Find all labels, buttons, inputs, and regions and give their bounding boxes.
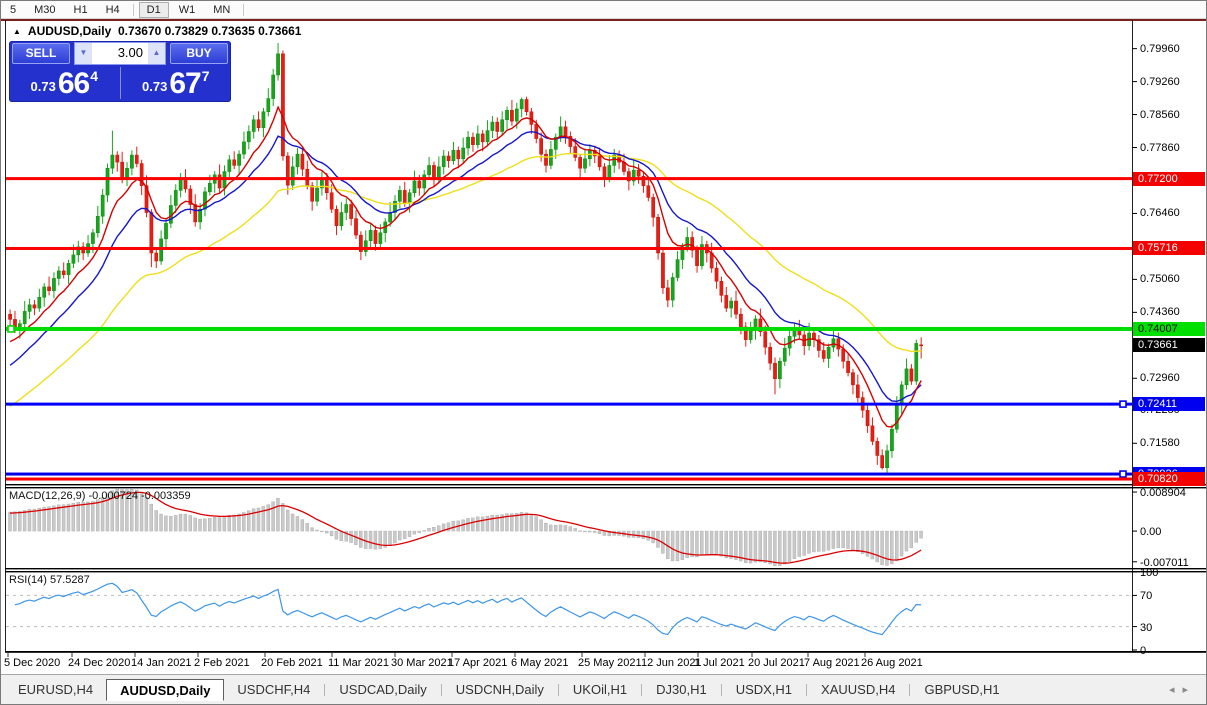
price-tick-label: 0.75060	[1140, 273, 1180, 285]
hline-0.74007[interactable]	[6, 326, 1132, 331]
volume-up-icon[interactable]: ▲	[148, 42, 165, 64]
date-tick-label: 12 Jun 2021	[641, 657, 702, 669]
tab-dj30-h1[interactable]: DJ30,H1	[643, 679, 720, 701]
price-tick-label: 0.78560	[1140, 109, 1180, 121]
date-tick-label: 20 Jul 2021	[748, 657, 805, 669]
rsi-tick-label: 0	[1140, 645, 1147, 657]
date-tick-label: 14 Jan 2021	[131, 657, 192, 669]
rsi-tick-label: 100	[1140, 567, 1159, 579]
rsi-tick-label: 30	[1140, 622, 1153, 634]
chart-canvas[interactable]	[1, 1, 1207, 705]
tab-separator	[720, 684, 722, 696]
macd-values: -0.000724 -0.003359	[88, 490, 191, 502]
chart-title: ▲ AUDUSD,Daily 0.73670 0.73829 0.73635 0.…	[13, 24, 301, 38]
bid-price[interactable]: 0.73 66 4	[9, 65, 120, 101]
chart-ohlc-values: 0.73670 0.73829 0.73635 0.73661	[117, 24, 302, 38]
sell-button[interactable]: SELL	[12, 42, 70, 64]
bid-price-prefix: 0.73	[30, 79, 56, 94]
hline-0.72411[interactable]	[6, 402, 1132, 406]
bid-ask-display: 0.73 66 4 0.73 67 7	[9, 65, 231, 101]
tab-usdcad-daily[interactable]: USDCAD,Daily	[326, 679, 439, 701]
terminal-window: 5 M30 H1 H4 D1 W1 MN ▲ AUDUSD,Daily 0.73670 0.7…	[0, 0, 1207, 705]
rsi-indicator-label: RSI(14) 57.5287	[9, 574, 90, 586]
hline-0.70926[interactable]	[6, 472, 1132, 476]
trade-controls-row: SELL ▼ 3.00 ▲ BUY	[9, 41, 231, 65]
tab-separator	[440, 684, 442, 696]
panel-frames	[5, 20, 1206, 653]
tab-scroll-arrows: ◂▸	[1169, 683, 1196, 696]
hline-handle-0.72411[interactable]	[1119, 400, 1127, 408]
volume-input[interactable]: 3.00	[92, 43, 148, 64]
buy-button[interactable]: BUY	[170, 42, 228, 64]
macd-tick-label: 0.00	[1140, 526, 1162, 538]
hline-0.75716[interactable]	[6, 246, 1132, 250]
tab-usdx-h1[interactable]: USDX,H1	[723, 679, 805, 701]
bid-price-pip: 4	[90, 68, 98, 84]
line-price-label: 0.72411	[1133, 397, 1205, 411]
date-tick-label: 11 Mar 2021	[328, 657, 389, 669]
chart-symbol-label: AUDUSD,Daily	[27, 24, 112, 38]
ask-price-pip: 7	[201, 68, 210, 84]
date-tick-label: 20 Feb 2021	[261, 657, 323, 669]
tab-separator	[641, 684, 643, 696]
collapse-panel-icon[interactable]: ▲	[13, 27, 21, 36]
tab-usdcnh-daily[interactable]: USDCNH,Daily	[443, 679, 557, 701]
tab-usdchf-h4[interactable]: USDCHF,H4	[224, 679, 323, 701]
volume-control: ▼ 3.00 ▲	[74, 41, 166, 65]
price-tick-label: 0.76460	[1140, 207, 1180, 219]
chart-tabs: EURUSD,H4 AUDUSD,Daily USDCHF,H4 USDCAD,Dai…	[5, 679, 1146, 701]
hline-0.772[interactable]	[6, 177, 1132, 181]
rsi-tick-label: 70	[1140, 590, 1153, 602]
bid-price-main: 66	[57, 67, 90, 100]
tab-ukoil-h1[interactable]: UKOil,H1	[560, 679, 640, 701]
scroll-right-icon[interactable]: ▸	[1182, 684, 1196, 696]
hline-handle-0.74007[interactable]	[7, 325, 15, 333]
price-tick-label: 0.79260	[1140, 76, 1180, 88]
hline-0.7082[interactable]	[6, 477, 1132, 481]
rsi-value: 57.5287	[49, 574, 90, 586]
ask-price-main: 67	[169, 67, 201, 100]
line-price-label: 0.75716	[1133, 241, 1205, 255]
tab-eurusd-h4[interactable]: EURUSD,H4	[5, 679, 106, 701]
tab-audusd-daily[interactable]: AUDUSD,Daily	[106, 679, 225, 701]
date-tick-label: 2 Feb 2021	[194, 657, 250, 669]
price-tick-label: 0.77860	[1140, 142, 1180, 154]
current-price-label: 0.73661	[1133, 338, 1205, 352]
tab-separator	[806, 684, 808, 696]
hline-handle-0.70926[interactable]	[1119, 470, 1127, 478]
tab-xauusd-h4[interactable]: XAUUSD,H4	[808, 679, 908, 701]
tab-separator	[324, 684, 326, 696]
line-price-label: 0.77200	[1133, 172, 1205, 186]
volume-down-icon[interactable]: ▼	[75, 42, 92, 64]
date-tick-label: 1 Jul 2021	[694, 657, 745, 669]
macd-tick-label: 0.008904	[1140, 487, 1186, 499]
price-tick-label: 0.72960	[1140, 372, 1180, 384]
date-tick-label: 7 Aug 2021	[804, 657, 860, 669]
ask-price-prefix: 0.73	[142, 79, 168, 94]
date-tick-label: 6 May 2021	[511, 657, 569, 669]
price-tick-label: 0.74360	[1140, 306, 1180, 318]
date-tick-label: 5 Dec 2020	[4, 657, 61, 669]
date-tick-label: 26 Aug 2021	[861, 657, 923, 669]
macd-indicator-label: MACD(12,26,9) -0.000724 -0.003359	[9, 490, 191, 502]
tab-gbpusd-h1[interactable]: GBPUSD,H1	[911, 679, 1012, 701]
price-tick-label: 0.71580	[1140, 437, 1180, 449]
candles-group	[8, 42, 924, 476]
tab-separator	[557, 684, 559, 696]
date-tick-label: 25 May 2021	[578, 657, 642, 669]
line-price-label: 0.70820	[1133, 472, 1205, 486]
chart-tab-strip: EURUSD,H4 AUDUSD,Daily USDCHF,H4 USDCAD,Dai…	[1, 674, 1206, 704]
date-tick-label: 17 Apr 2021	[448, 657, 508, 669]
tab-separator	[909, 684, 911, 696]
date-tick-label: 24 Dec 2020	[68, 657, 131, 669]
line-price-label: 0.74007	[1133, 322, 1205, 336]
scroll-left-icon[interactable]: ◂	[1169, 684, 1183, 696]
horizontal-lines-group	[6, 177, 1132, 481]
date-tick-label: 30 Mar 2021	[391, 657, 453, 669]
ask-price[interactable]: 0.73 67 7	[121, 65, 232, 101]
one-click-trading-panel: SELL ▼ 3.00 ▲ BUY 0.73 66 4 0.73 67 7	[9, 41, 231, 102]
price-tick-label: 0.79960	[1140, 43, 1180, 55]
